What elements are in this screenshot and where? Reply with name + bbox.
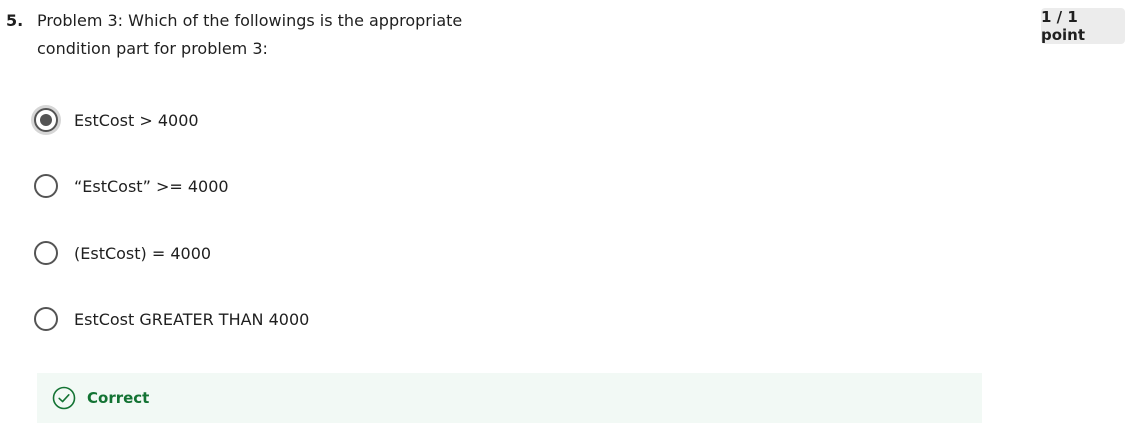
question-number: 5. [6, 11, 24, 30]
option-label: (EstCost) = 4000 [74, 243, 212, 263]
option-label: “EstCost” >= 4000 [74, 176, 229, 196]
quiz-question: 5. Problem 3: Which of the followings is… [0, 0, 1132, 423]
feedback-banner: Correct [37, 373, 982, 423]
points-badge: 1 / 1 point [1041, 8, 1125, 44]
radio-unselected-icon[interactable] [34, 174, 58, 198]
radio-unselected-icon[interactable] [34, 241, 58, 265]
option-label: EstCost GREATER THAN 4000 [74, 309, 310, 329]
option-label: EstCost > 4000 [74, 110, 199, 130]
option-2[interactable]: “EstCost” >= 4000 [34, 166, 229, 206]
option-3[interactable]: (EstCost) = 4000 [34, 233, 211, 273]
option-1[interactable]: EstCost > 4000 [34, 100, 199, 140]
radio-selected-icon[interactable] [34, 108, 58, 132]
option-4[interactable]: EstCost GREATER THAN 4000 [34, 299, 309, 339]
check-circle-icon [52, 386, 76, 410]
question-text: Problem 3: Which of the followings is th… [37, 11, 463, 58]
radio-unselected-icon[interactable] [34, 307, 58, 331]
feedback-label: Correct [87, 389, 150, 407]
